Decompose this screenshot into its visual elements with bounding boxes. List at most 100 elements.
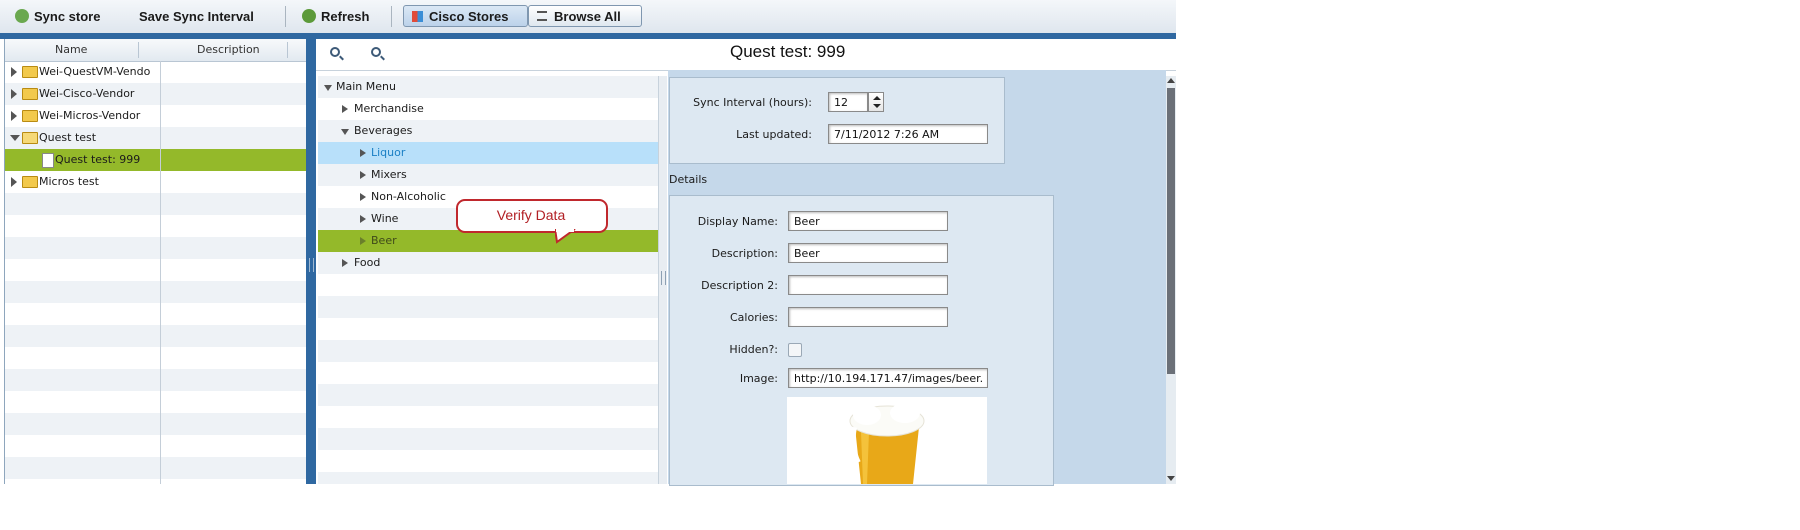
empty-row (318, 274, 658, 296)
folder-icon (22, 176, 38, 188)
column-header-description[interactable]: Description (197, 43, 260, 56)
expand-arrow-icon[interactable] (342, 105, 348, 113)
open-folder-icon (22, 132, 38, 144)
refresh-button[interactable]: Refresh (302, 4, 369, 28)
sync-interval-stepper[interactable] (868, 92, 884, 112)
image-url-field[interactable] (788, 368, 988, 388)
tree-splitter[interactable] (659, 76, 667, 484)
expand-arrow-icon[interactable] (11, 89, 17, 99)
callout-tail (555, 229, 576, 244)
tree-node-label: Liquor (371, 146, 406, 159)
browse-all-label: Browse All (554, 8, 621, 24)
zoom-in-icon[interactable] (330, 47, 340, 57)
column-separator[interactable] (287, 42, 288, 58)
collapse-arrow-icon[interactable] (324, 85, 332, 91)
description-field[interactable] (788, 243, 948, 263)
calories-field[interactable] (788, 307, 948, 327)
list-icon (537, 11, 547, 21)
calories-label: Calories: (730, 311, 778, 324)
left-panel-splitter[interactable] (306, 39, 316, 484)
cisco-stores-label: Cisco Stores (429, 8, 509, 24)
description-label: Description: (711, 247, 778, 260)
tree-node-main-menu[interactable]: Main Menu (318, 76, 658, 98)
refresh-icon (302, 9, 316, 23)
store-row[interactable]: Wei-Micros-Vendor (5, 105, 307, 127)
description2-field[interactable] (788, 275, 948, 295)
last-updated-label: Last updated: (736, 128, 812, 141)
scrollbar-thumb[interactable] (1167, 88, 1175, 374)
store-row-selected[interactable]: Quest test: 999 (5, 149, 307, 171)
cisco-stores-toggle[interactable]: Cisco Stores (403, 5, 528, 27)
empty-row (5, 281, 307, 303)
empty-row (5, 435, 307, 457)
details-section-label: Details (669, 173, 708, 186)
empty-row (5, 193, 307, 215)
store-row[interactable]: Quest test (5, 127, 307, 149)
folder-icon (22, 110, 38, 122)
stepper-up-icon[interactable] (873, 96, 881, 100)
last-updated-field[interactable] (828, 124, 988, 144)
empty-row (318, 406, 658, 428)
expand-arrow-icon[interactable] (342, 259, 348, 267)
sync-store-button[interactable]: Sync store (15, 4, 100, 28)
splitter-grip[interactable] (309, 258, 314, 272)
column-header-name[interactable]: Name (55, 43, 87, 56)
empty-row (5, 391, 307, 413)
scroll-down-icon[interactable] (1167, 476, 1175, 481)
tree-node-beer[interactable]: Beer (318, 230, 658, 252)
tree-node-food[interactable]: Food (318, 252, 658, 274)
store-row[interactable]: Micros test (5, 171, 307, 193)
tree-node-merchandise[interactable]: Merchandise (318, 98, 658, 120)
expand-arrow-icon[interactable] (360, 171, 366, 179)
tree-node-label: Mixers (371, 168, 407, 181)
sync-interval-label: Sync Interval (hours): (693, 96, 812, 109)
expand-arrow-icon[interactable] (360, 149, 366, 157)
tree-node-label: Merchandise (354, 102, 424, 115)
tree-node-liquor[interactable]: Liquor (318, 142, 658, 164)
tree-node-beverages[interactable]: Beverages (318, 120, 658, 142)
empty-row (318, 340, 658, 362)
empty-row (318, 362, 658, 384)
tree-node-mixers[interactable]: Mixers (318, 164, 658, 186)
save-sync-interval-button[interactable]: Save Sync Interval (139, 4, 254, 28)
browse-all-toggle[interactable]: Browse All (528, 5, 642, 27)
sync-settings-box: Sync Interval (hours): Last updated: (669, 77, 1005, 164)
expand-arrow-icon[interactable] (360, 193, 366, 201)
expand-arrow-icon[interactable] (11, 111, 17, 121)
empty-row (318, 384, 658, 406)
expand-arrow-icon[interactable] (11, 67, 17, 77)
refresh-label: Refresh (321, 8, 370, 24)
empty-row (5, 325, 307, 347)
display-name-field[interactable] (788, 211, 948, 231)
expand-arrow-icon[interactable] (360, 215, 366, 223)
empty-row (318, 450, 658, 472)
expand-arrow-icon[interactable] (360, 237, 366, 245)
collapse-arrow-icon[interactable] (10, 135, 20, 141)
store-row[interactable]: Wei-QuestVM-Vendo (5, 61, 307, 83)
expand-arrow-icon[interactable] (11, 177, 17, 187)
store-list: Name Description Wei-QuestVM-Vendo Wei-C… (4, 39, 307, 484)
hidden-label: Hidden?: (729, 343, 778, 356)
scroll-up-icon[interactable] (1167, 78, 1175, 83)
sync-store-label: Sync store (34, 8, 101, 24)
zoom-out-icon[interactable] (371, 47, 381, 57)
display-name-label: Display Name: (697, 215, 778, 228)
empty-row (5, 413, 307, 435)
tree-node-label: Main Menu (336, 80, 396, 93)
store-row[interactable]: Wei-Cisco-Vendor (5, 83, 307, 105)
hidden-checkbox[interactable] (788, 343, 802, 357)
empty-row (5, 369, 307, 391)
collapse-arrow-icon[interactable] (341, 129, 349, 135)
empty-row (5, 237, 307, 259)
tree-node-label: Beverages (354, 124, 413, 137)
tree-node-label: Non-Alcoholic (371, 190, 446, 203)
column-separator[interactable] (138, 42, 139, 58)
stepper-down-icon[interactable] (873, 104, 881, 108)
tree-node-label: Food (354, 256, 381, 269)
column-divider (160, 61, 161, 484)
empty-row (5, 215, 307, 237)
empty-row (5, 457, 307, 479)
empty-row (5, 259, 307, 281)
callout-text: Verify Data (496, 207, 566, 223)
sync-interval-input[interactable] (828, 92, 868, 112)
